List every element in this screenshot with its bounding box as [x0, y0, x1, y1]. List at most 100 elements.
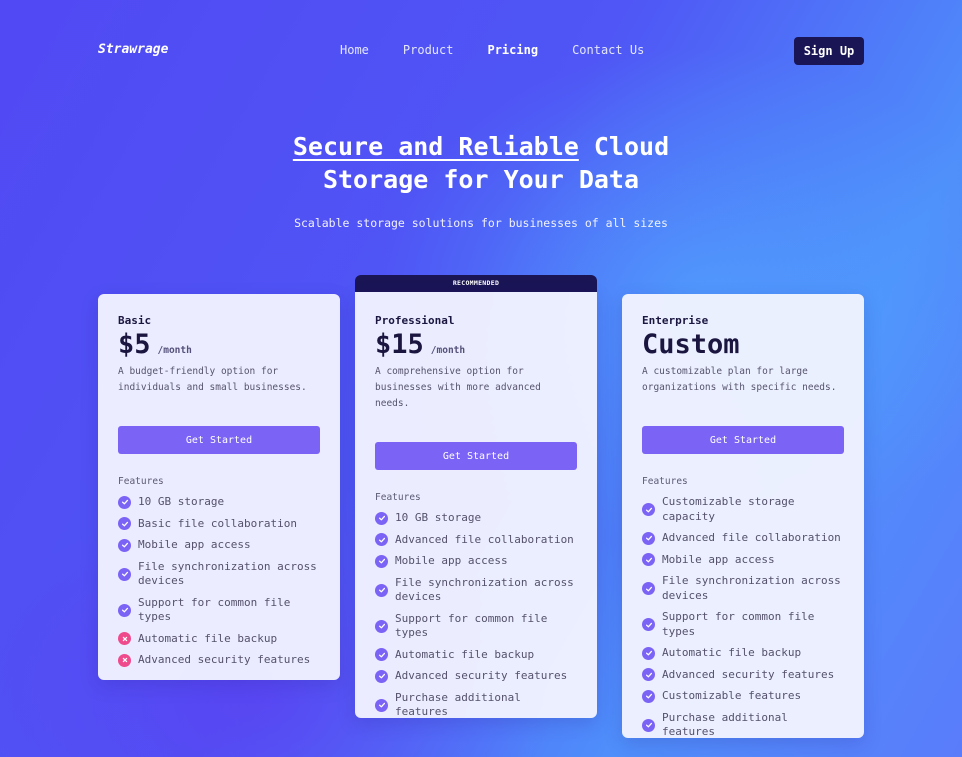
feature-text: 10 GB storage: [138, 495, 225, 508]
feature-text: File synchronization across devices: [138, 559, 317, 588]
feature-item: Advanced security features: [642, 668, 844, 683]
plan-card-basic: Basic $5 /month A budget-friendly option…: [98, 294, 340, 680]
feature-item: Advanced file collaboration: [375, 533, 577, 548]
get-started-button[interactable]: Get Started: [118, 426, 320, 454]
feature-item: 10 GB storage: [375, 511, 577, 526]
check-icon: [642, 553, 655, 567]
price-period: /month: [157, 345, 192, 356]
feature-text: 10 GB storage: [395, 511, 482, 524]
check-icon: [118, 567, 131, 581]
page-title: Secure and Reliable Cloud Storage for Yo…: [0, 130, 962, 196]
top-nav: Strawrage Home Product Pricing Contact U…: [0, 0, 962, 100]
feature-item: Automatic file backup: [375, 648, 577, 663]
feature-text: Automatic file backup: [395, 647, 535, 661]
title-highlight: Secure and Reliable: [292, 132, 579, 161]
check-icon: [375, 669, 388, 683]
check-icon: [642, 582, 655, 595]
get-started-button[interactable]: Get Started: [642, 426, 844, 454]
plan-price: $15: [375, 329, 424, 360]
check-icon: [375, 554, 388, 568]
feature-text: Advanced file collaboration: [662, 531, 841, 544]
feature-item: Advanced security features: [375, 669, 577, 684]
feature-item: Purchase additional features: [642, 711, 844, 740]
check-icon: [118, 603, 131, 617]
plan-description: A budget-friendly option for individuals…: [118, 366, 307, 393]
feature-item: Support for common file types: [375, 612, 577, 641]
cross-icon: [118, 632, 131, 646]
get-started-button[interactable]: Get Started: [375, 442, 577, 470]
nav-link-home[interactable]: Home: [340, 43, 369, 57]
feature-item: Support for common file types: [118, 596, 320, 625]
check-icon: [375, 533, 388, 547]
nav-link-pricing[interactable]: Pricing: [487, 43, 538, 57]
feature-item: Support for common file types: [642, 610, 844, 639]
check-icon: [118, 517, 131, 531]
check-icon: [642, 668, 655, 682]
check-icon: [642, 618, 655, 631]
check-icon: [642, 718, 655, 732]
recommended-badge: RECOMMENDED: [355, 275, 597, 292]
feature-item: Customizable features: [642, 689, 844, 704]
feature-list: 10 GB storage Basic file collaboration Mob…: [118, 495, 320, 668]
plan-name: Basic: [118, 314, 152, 327]
check-icon: [375, 619, 388, 633]
feature-item: File synchronization across devices: [642, 574, 844, 603]
price-period: /month: [430, 345, 466, 356]
feature-list: 10 GB storage Advanced file collaboration…: [375, 511, 577, 720]
feature-item: Advanced security features: [118, 653, 320, 668]
feature-item: Customizable storage capacity: [642, 495, 844, 524]
title-rest-2: Storage for Your Data: [322, 165, 640, 194]
check-icon: [642, 503, 655, 516]
plan-name: Enterprise: [642, 314, 709, 327]
feature-text: Advanced security features: [395, 669, 568, 682]
plan-name: Professional: [375, 314, 455, 327]
check-icon: [375, 648, 388, 662]
feature-text: Advanced security features: [138, 653, 311, 666]
feature-text: Advanced file collaboration: [395, 532, 574, 546]
feature-text: Customizable storage capacity: [662, 495, 795, 523]
feature-item: 10 GB storage: [118, 495, 320, 510]
feature-item: Basic file collaboration: [118, 517, 320, 532]
check-icon: [642, 646, 655, 660]
feature-text: Automatic file backup: [662, 646, 802, 659]
plan-description: A comprehensive option for businesses wi…: [375, 366, 541, 409]
check-icon: [642, 689, 655, 703]
feature-text: Support for common file types: [395, 611, 548, 640]
feature-item: File synchronization across devices: [118, 560, 320, 589]
feature-text: Purchase additional features: [662, 710, 788, 739]
plan-card-professional: Professional $15 /month A comprehensive …: [355, 292, 597, 718]
feature-item: Purchase additional features: [375, 691, 577, 720]
feature-text: Support for common file types: [662, 610, 815, 638]
check-icon: [642, 531, 655, 545]
feature-item: Mobile app access: [642, 553, 844, 568]
feature-item: Automatic file backup: [118, 632, 320, 647]
page-subtitle: Scalable storage solutions for businesse…: [294, 216, 668, 230]
plan-description: A customizable plan for large organizati…: [642, 366, 837, 393]
plan-price: $5: [118, 329, 151, 360]
feature-text: File synchronization across devices: [395, 575, 574, 604]
feature-text: File synchronization across devices: [662, 574, 841, 602]
title-rest-1: Cloud: [578, 132, 670, 161]
nav-link-product[interactable]: Product: [403, 43, 454, 57]
feature-list: Customizable storage capacity Advanced fi…: [642, 495, 844, 740]
feature-text: Purchase additional features: [395, 690, 521, 719]
nav-link-contact[interactable]: Contact Us: [572, 43, 644, 57]
sign-up-button[interactable]: Sign Up: [794, 37, 864, 65]
feature-text: Support for common file types: [138, 595, 291, 624]
plan-card-enterprise: Enterprise Custom A customizable plan fo…: [622, 294, 864, 738]
features-label: Features: [642, 476, 688, 487]
feature-text: Automatic file backup: [138, 631, 278, 645]
features-label: Features: [118, 476, 164, 487]
feature-text: Mobile app access: [395, 554, 508, 567]
feature-text: Basic file collaboration: [138, 516, 297, 530]
check-icon: [375, 511, 388, 525]
feature-text: Customizable features: [662, 689, 802, 702]
feature-text: Mobile app access: [662, 552, 775, 566]
feature-item: Automatic file backup: [642, 646, 844, 661]
brand-logo[interactable]: Strawrage: [98, 42, 168, 57]
check-icon: [118, 495, 131, 509]
feature-item: Mobile app access: [118, 538, 320, 553]
feature-item: Advanced file collaboration: [642, 531, 844, 546]
check-icon: [375, 698, 388, 712]
check-icon: [375, 583, 388, 597]
